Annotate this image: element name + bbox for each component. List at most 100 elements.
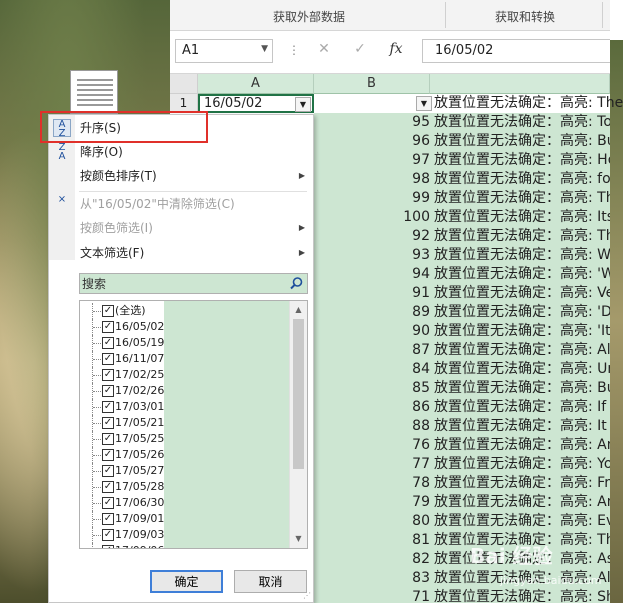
checkbox[interactable]: ✓ (102, 529, 114, 541)
menu-item-text-filter[interactable]: 文本筛选(F) ▶ (49, 241, 313, 265)
table-row[interactable]: 93 放置位置无法确定：高亮: Wir (314, 246, 610, 265)
checkbox-label: 16/05/19 (115, 336, 165, 349)
table-row[interactable]: 79 放置位置无法确定：高亮: And (314, 493, 610, 512)
checkbox[interactable]: ✓ (102, 497, 114, 509)
cell-a1[interactable]: 16/05/02 ▼ (198, 94, 314, 113)
list-item[interactable]: ✓ 17/09/01 (80, 511, 290, 527)
table-row[interactable]: 99 放置位置无法确定：高亮: The (314, 189, 610, 208)
list-item[interactable]: ✓ 17/05/26 (80, 447, 290, 463)
menu-item-sort-descending[interactable]: ZA 降序(O) (49, 140, 313, 164)
search-input[interactable] (82, 275, 282, 292)
list-item[interactable]: ✓ 16/05/02 (80, 319, 290, 335)
list-item[interactable]: ✓ 16/11/07 (80, 351, 290, 367)
filter-search-box[interactable] (79, 273, 308, 294)
checkbox[interactable]: ✓ (102, 417, 114, 429)
list-item[interactable]: ✓ 17/05/27 (80, 463, 290, 479)
list-item[interactable]: ✓17/09/06 (80, 543, 290, 548)
table-row[interactable]: 90 放置位置无法确定：高亮: 'It's (314, 322, 610, 341)
list-item[interactable]: ✓ 17/05/28 (80, 479, 290, 495)
checkbox[interactable]: ✓ (102, 545, 114, 548)
checkbox[interactable]: ✓ (102, 353, 114, 365)
table-row[interactable]: 100 放置位置无法确定：高亮: Its (314, 208, 610, 227)
table-row[interactable]: 94 放置位置无法确定：高亮: 'Wh (314, 265, 610, 284)
ribbon-group-get-external-data[interactable]: 获取外部数据 (273, 8, 345, 25)
table-row[interactable]: 98 放置位置无法确定：高亮: for (314, 170, 610, 189)
checkbox[interactable]: ✓ (102, 433, 114, 445)
select-all-corner[interactable] (170, 74, 198, 94)
column-header-b[interactable]: B (314, 74, 430, 94)
table-row[interactable]: 89 放置位置无法确定：高亮: 'Do (314, 303, 610, 322)
column-header-a[interactable]: A (198, 74, 314, 94)
insert-function-button[interactable]: fx (385, 41, 407, 61)
tree-connector (92, 543, 102, 548)
table-row[interactable]: 91 放置位置无法确定：高亮: Ver (314, 284, 610, 303)
list-item[interactable]: ✓ 17/05/25 (80, 431, 290, 447)
checkbox[interactable]: ✓ (102, 385, 114, 397)
list-item[interactable]: ✓ (全选) (80, 303, 290, 319)
table-row[interactable]: 97 放置位置无法确定：高亮: Ho (314, 151, 610, 170)
list-item[interactable]: ✓ 17/06/30 (80, 495, 290, 511)
menu-item-filter-by-color[interactable]: 按颜色筛选(I) ▶ (49, 216, 313, 240)
table-row[interactable]: 76 放置位置无法确定：高亮: And (314, 436, 610, 455)
more-dots-icon[interactable]: ⋮ (288, 43, 300, 57)
data-rows: 95 放置位置无法确定：高亮: To 96 放置位置无法确定：高亮: But 97 放置位… (314, 113, 610, 603)
scroll-thumb[interactable] (293, 319, 304, 469)
checkbox[interactable]: ✓ (102, 481, 114, 493)
table-row[interactable]: 86 放置位置无法确定：高亮: If th (314, 398, 610, 417)
checkbox-label: 17/09/06 (115, 543, 164, 548)
ok-button[interactable]: 确定 (150, 570, 223, 593)
cell-number: 100 (403, 209, 430, 225)
table-row[interactable]: 92 放置位置无法确定：高亮: The (314, 227, 610, 246)
cell-number: 89 (412, 304, 430, 320)
table-row[interactable]: 84 放置位置无法确定：高亮: Unt (314, 360, 610, 379)
column-header-c[interactable] (430, 74, 610, 94)
cell-text: 放置位置无法确定：高亮: 'Wh (434, 266, 610, 282)
list-item[interactable]: ✓ 17/05/21 (80, 415, 290, 431)
checkbox[interactable]: ✓ (102, 513, 114, 525)
table-row[interactable]: 85 放置位置无法确定：高亮: But (314, 379, 610, 398)
scroll-down-icon[interactable]: ▼ (290, 532, 307, 546)
checkbox[interactable]: ✓ (102, 321, 114, 333)
formula-bar: A1 ▼ ⋮ ✕ ✓ fx 16/05/02 (170, 31, 610, 74)
cancel-button[interactable]: 取消 (234, 570, 307, 593)
list-item[interactable]: ✓ 17/02/26 (80, 383, 290, 399)
table-row[interactable]: 95 放置位置无法确定：高亮: To (314, 113, 610, 132)
formula-input[interactable]: 16/05/02 (422, 39, 610, 63)
table-row[interactable]: 78 放置位置无法确定：高亮: Fre (314, 474, 610, 493)
table-row[interactable]: 77 放置位置无法确定：高亮: You (314, 455, 610, 474)
table-row[interactable]: 87 放置位置无法确定：高亮: All (314, 341, 610, 360)
ribbon-group-get-transform[interactable]: 获取和转换 (495, 8, 555, 25)
filter-dropdown-icon[interactable]: ▼ (416, 96, 432, 111)
list-scrollbar[interactable]: ▲ ▼ (289, 301, 307, 548)
checkbox[interactable]: ✓ (102, 305, 114, 317)
list-item[interactable]: ✓ 16/05/19 (80, 335, 290, 351)
clear-filter-icon: ⨯ (57, 194, 67, 205)
menu-item-sort-by-color[interactable]: 按颜色排序(T) ▶ (49, 164, 313, 188)
tree-connector (92, 511, 102, 527)
cancel-entry-button[interactable]: ✕ (313, 41, 335, 61)
cell-number: 80 (412, 513, 430, 529)
table-row[interactable]: 88 放置位置无法确定：高亮: It a (314, 417, 610, 436)
list-item[interactable]: ✓ 17/02/25 (80, 367, 290, 383)
document-thumbnail-icon[interactable] (70, 70, 118, 114)
list-item[interactable]: ✓ 17/09/03 (80, 527, 290, 543)
chevron-down-icon[interactable]: ▼ (261, 44, 268, 54)
checkbox[interactable]: ✓ (102, 337, 114, 349)
search-icon[interactable] (288, 275, 305, 292)
table-row[interactable]: 96 放置位置无法确定：高亮: But (314, 132, 610, 151)
cell-text: 放置位置无法确定：高亮: And (434, 494, 610, 510)
enter-entry-button[interactable]: ✓ (349, 41, 371, 61)
checkbox[interactable]: ✓ (102, 369, 114, 381)
resize-grip-icon[interactable]: ⋰ (303, 591, 311, 600)
list-item[interactable]: ✓ 17/03/01 (80, 399, 290, 415)
table-row[interactable]: 80 放置位置无法确定：高亮: Eve (314, 512, 610, 531)
tree-connector (92, 399, 102, 415)
scroll-up-icon[interactable]: ▲ (290, 303, 307, 317)
checkbox[interactable]: ✓ (102, 449, 114, 461)
menu-item-clear-filter[interactable]: ⨯ 从"16/05/02"中清除筛选(C) (49, 192, 313, 216)
filter-dropdown-icon[interactable]: ▼ (295, 97, 311, 112)
checkbox[interactable]: ✓ (102, 401, 114, 413)
name-box[interactable]: A1 ▼ (175, 39, 273, 63)
checkbox[interactable]: ✓ (102, 465, 114, 477)
cell-b1[interactable]: ▼ 放置位置无法确定：高亮: The (314, 94, 623, 114)
